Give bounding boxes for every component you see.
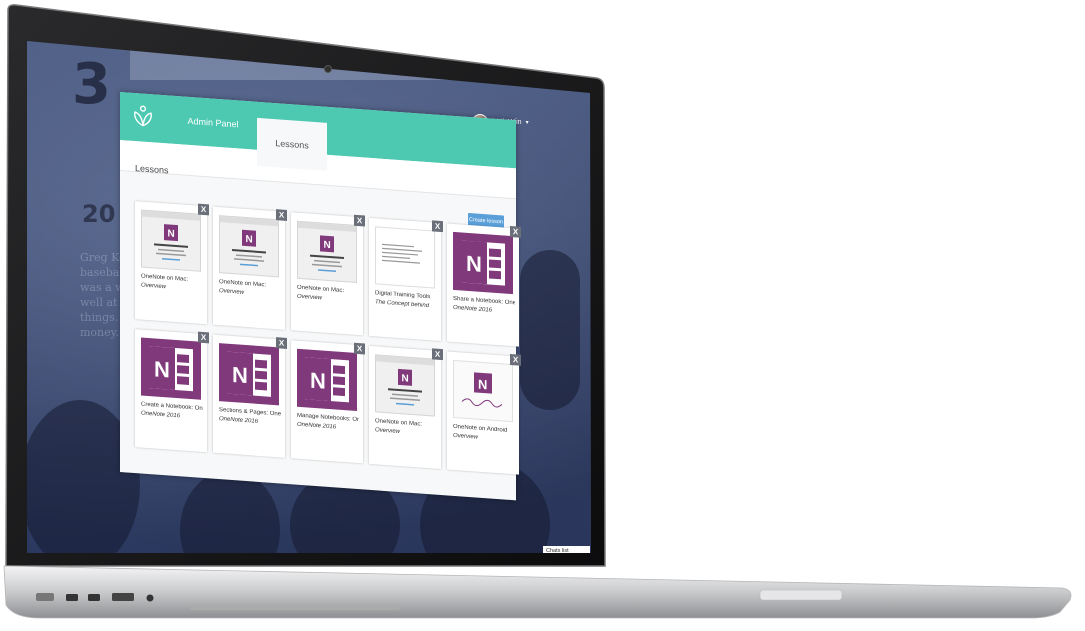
laptop-base bbox=[3, 565, 1072, 619]
